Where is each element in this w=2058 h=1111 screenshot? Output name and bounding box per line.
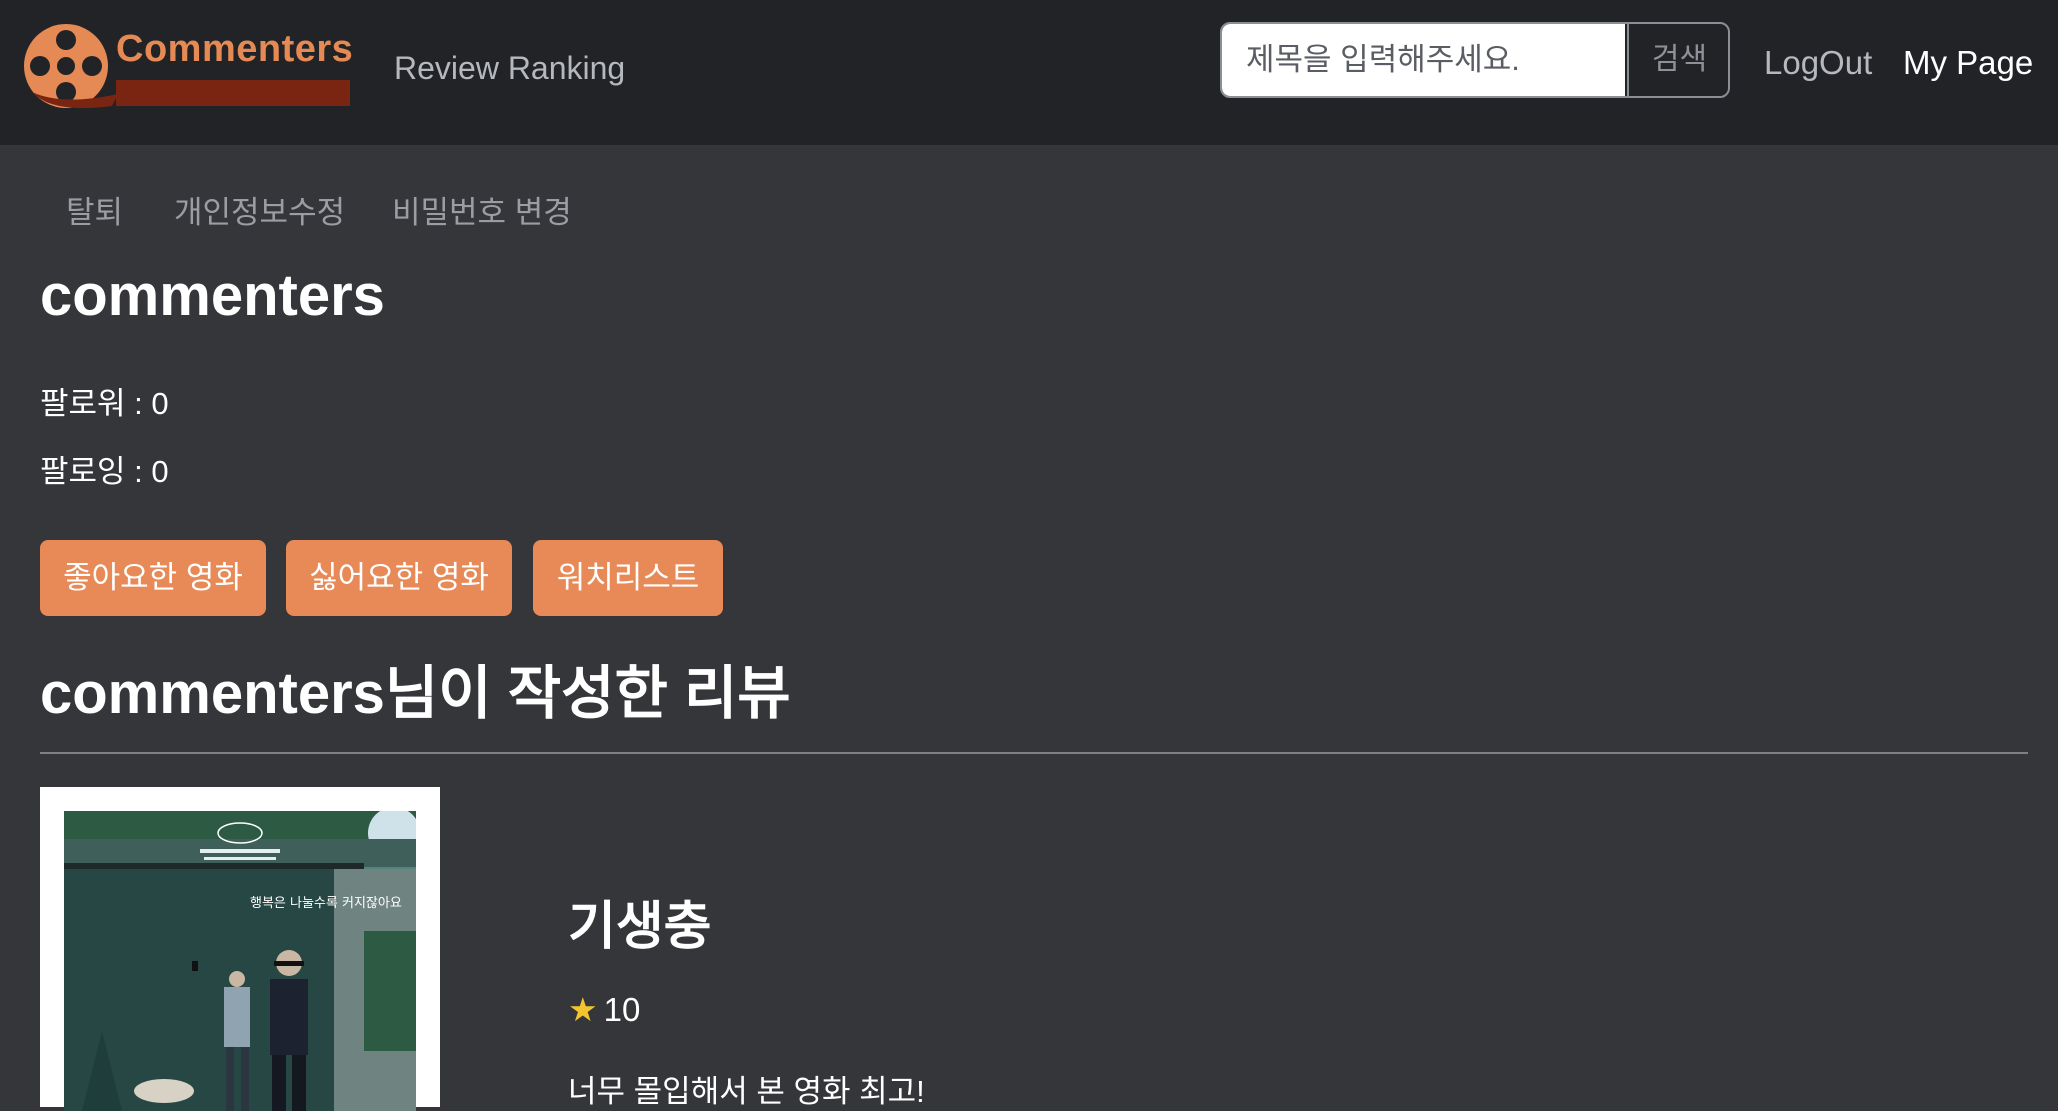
tab-withdraw[interactable]: 탈퇴 [66, 187, 123, 232]
rating-value: 10 [603, 991, 641, 1028]
search-input[interactable] [1222, 24, 1625, 96]
film-reel-icon [24, 24, 118, 109]
review-rating: ★ 10 [568, 990, 640, 1029]
star-icon: ★ [568, 991, 598, 1028]
following-count[interactable]: 팔로잉 : 0 [40, 446, 169, 491]
reviews-heading: commenters님이 작성한 리뷰 [40, 661, 791, 726]
disliked-movies-button[interactable]: 싫어요한 영화 [286, 540, 512, 616]
followers-count[interactable]: 팔로워 : 0 [40, 378, 169, 423]
review-ranking-link[interactable]: Review Ranking [394, 50, 625, 87]
top-navbar: Commenters Review Ranking 검색 LogOut My P… [0, 0, 2058, 145]
my-page-link[interactable]: My Page [1903, 44, 2033, 82]
search-button[interactable]: 검색 [1627, 24, 1728, 96]
section-divider [40, 752, 2028, 754]
search-form: 검색 [1220, 22, 1730, 98]
tab-edit-profile[interactable]: 개인정보수정 [174, 187, 345, 232]
review-movie-title[interactable]: 기생충 [568, 884, 712, 959]
poster-image: 행복은 나눌수록 커지잖아요 [64, 811, 416, 1111]
liked-movies-button[interactable]: 좋아요한 영화 [40, 540, 266, 616]
svg-text:행복은 나눌수록 커지잖아요: 행복은 나눌수록 커지잖아요 [250, 895, 402, 911]
review-text: 너무 몰입해서 본 영화 최고! [568, 1074, 925, 1109]
brand-name: Commenters [116, 28, 354, 70]
brand-logo[interactable]: Commenters [22, 22, 354, 110]
review-card-poster[interactable]: 행복은 나눌수록 커지잖아요 [40, 787, 440, 1111]
watchlist-button[interactable]: 워치리스트 [533, 540, 723, 616]
tab-change-password[interactable]: 비밀번호 변경 [392, 187, 572, 232]
movie-poster[interactable]: 행복은 나눌수록 커지잖아요 [64, 811, 416, 1111]
logo-film-strip [116, 80, 350, 106]
profile-username: commenters [40, 263, 385, 328]
logout-link[interactable]: LogOut [1764, 44, 1872, 82]
